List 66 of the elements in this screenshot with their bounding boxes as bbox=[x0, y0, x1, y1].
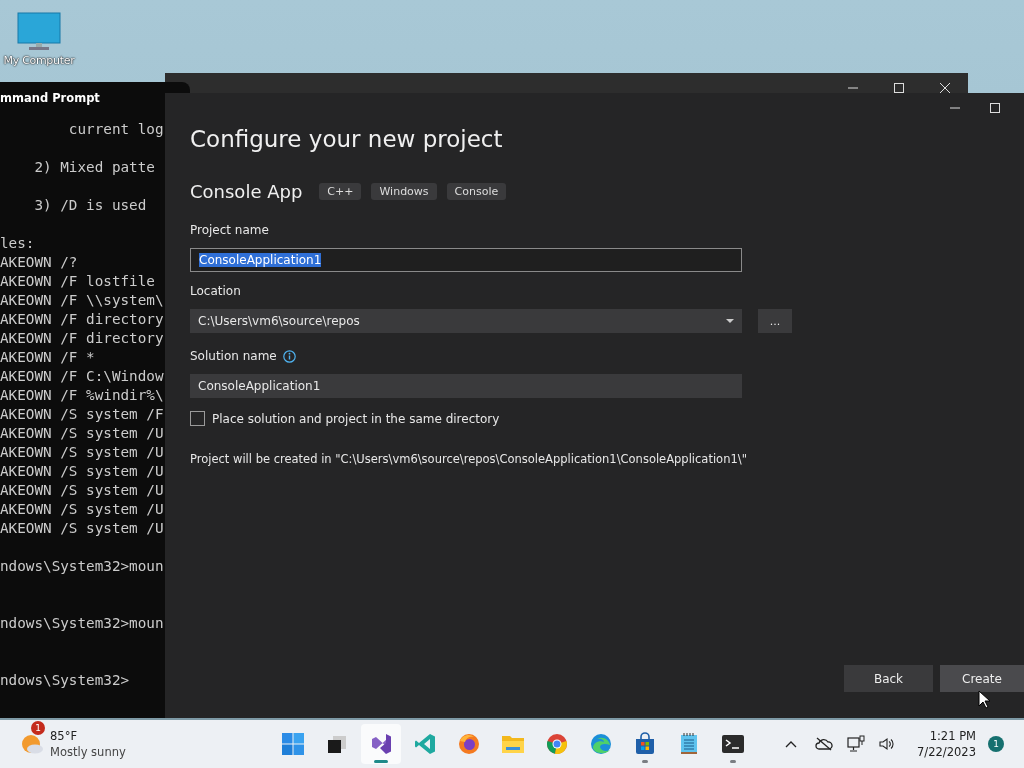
console-line: AKEOWN /F directory bbox=[0, 311, 164, 327]
browse-button[interactable]: ... bbox=[758, 309, 792, 333]
four-squares-icon bbox=[281, 732, 305, 756]
speaker-icon[interactable] bbox=[879, 737, 896, 751]
field-label: Project name bbox=[190, 222, 270, 238]
create-button[interactable]: Create bbox=[940, 665, 1024, 692]
tag: Windows bbox=[371, 182, 437, 200]
weather-condition[interactable]: Mostly sunny bbox=[50, 744, 126, 760]
console-line: AKEOWN /F * bbox=[0, 349, 95, 365]
close-icon[interactable] bbox=[939, 82, 951, 94]
console-line: ndows\System32> bbox=[0, 672, 130, 688]
console-line: 3) /D is used bbox=[33, 197, 147, 213]
console-line: current log bbox=[67, 121, 164, 137]
ribbon-icon bbox=[369, 732, 393, 756]
console-line: AKEOWN /F lostfile bbox=[0, 273, 155, 289]
solution-name-field[interactable]: ConsoleApplication1 bbox=[190, 374, 742, 398]
console-line: AKEOWN /? bbox=[0, 254, 78, 270]
notification-badge: 1 bbox=[31, 721, 45, 735]
info-icon[interactable] bbox=[282, 349, 296, 363]
mouse-pointer-icon bbox=[978, 690, 990, 709]
maximize-icon[interactable] bbox=[989, 102, 1001, 114]
field-label: Location bbox=[190, 283, 242, 299]
console-line: AKEOWN /S system /F bbox=[0, 406, 164, 422]
network-icon[interactable] bbox=[847, 735, 866, 753]
caret-icon bbox=[726, 319, 734, 323]
tag: Console bbox=[446, 182, 507, 200]
shopping-bag-icon bbox=[633, 732, 657, 756]
back-button[interactable]: Back bbox=[844, 665, 933, 692]
console-line: les: bbox=[0, 235, 35, 251]
path-note: Project will be created in "C:\Users\vm6\source\repos\ConsoleApplication1\ConsoleApplication1\" bbox=[190, 452, 748, 466]
project-type: Console App bbox=[190, 180, 303, 202]
location-dropdown[interactable]: C:\Users\vm6\source\repos bbox=[190, 309, 742, 333]
console-line: AKEOWN /F directory bbox=[0, 330, 164, 346]
notification-badge[interactable]: 1 bbox=[988, 736, 1004, 752]
console-line: AKEOWN /S system /U bbox=[0, 463, 164, 479]
wave-circle-icon bbox=[589, 732, 613, 756]
chevron-up-icon[interactable] bbox=[785, 740, 798, 748]
console-line: AKEOWN /F %windir%\ bbox=[0, 387, 164, 403]
console-line: ndows\System32>moun bbox=[0, 558, 164, 574]
console-line: ndows\System32>moun bbox=[0, 615, 164, 631]
checkbox[interactable] bbox=[190, 411, 205, 426]
tag: C++ bbox=[319, 182, 362, 200]
flame-globe-icon bbox=[457, 732, 481, 756]
clock-date[interactable]: 7/22/2023 bbox=[917, 744, 976, 760]
cloud-off-icon[interactable] bbox=[815, 737, 834, 751]
console-line: AKEOWN /S system /U bbox=[0, 425, 164, 441]
console-line: AKEOWN /S system /U bbox=[0, 482, 164, 498]
console-line: 2) Mixed patte bbox=[33, 159, 155, 175]
maximize-icon[interactable] bbox=[893, 82, 905, 94]
terminal-icon bbox=[721, 732, 745, 756]
dialog-title: Configure your new project bbox=[190, 125, 504, 154]
project-name-field[interactable]: ConsoleApplication1 bbox=[190, 248, 742, 272]
clock-time[interactable]: 1:21 PM bbox=[929, 728, 976, 744]
taskbar-button[interactable] bbox=[361, 724, 401, 764]
window-title: mmand Prompt bbox=[0, 90, 101, 107]
console-line: AKEOWN /S system /U bbox=[0, 520, 164, 536]
tricolor-circle-icon bbox=[545, 732, 569, 756]
sun-cloud-icon[interactable] bbox=[20, 732, 44, 756]
bracket-ribbon-icon bbox=[413, 732, 437, 756]
console-line: AKEOWN /F \\system\ bbox=[0, 292, 164, 308]
field-label: Solution name bbox=[190, 348, 277, 364]
console-line: AKEOWN /F C:\Window bbox=[0, 368, 164, 384]
checkbox-label[interactable]: Place solution and project in the same directory bbox=[212, 411, 500, 426]
console-line: AKEOWN /S system /U bbox=[0, 501, 164, 517]
temperature[interactable]: 85°F bbox=[50, 728, 126, 744]
console-line: AKEOWN /S system /U bbox=[0, 444, 164, 460]
